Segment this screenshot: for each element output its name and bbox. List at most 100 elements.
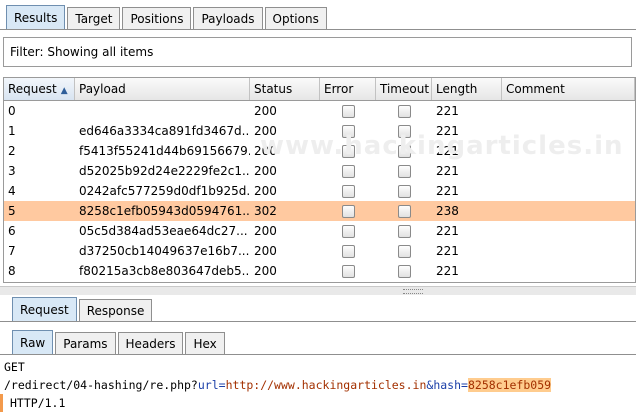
timeout-checkbox[interactable] (397, 205, 411, 218)
table-row[interactable]: 8 f80215a3cb8e803647deb5... 200 221 (4, 261, 635, 281)
cell-length: 221 (436, 244, 459, 258)
error-checkbox[interactable] (341, 145, 355, 158)
cell-payload: d37250cb14049637e16b7... (79, 244, 250, 258)
error-checkbox[interactable] (341, 125, 355, 138)
cell-comment (502, 101, 635, 121)
table-header: Request ▲ Payload Status Error Timeout Le… (4, 78, 635, 101)
results-table: Request ▲ Payload Status Error Timeout Le… (3, 77, 636, 283)
cell-comment (502, 121, 635, 141)
splitter-grip[interactable] (403, 289, 423, 294)
raw-request-editor[interactable]: GET /redirect/04-hashing/re.php?url=http… (0, 358, 636, 415)
cell-length: 221 (436, 224, 459, 238)
timeout-checkbox[interactable] (397, 185, 411, 198)
tab-raw[interactable]: Raw (12, 330, 54, 355)
column-header-timeout[interactable]: Timeout (376, 78, 432, 100)
column-header-status[interactable]: Status (250, 78, 320, 100)
tab-headers[interactable]: Headers (117, 332, 184, 355)
cell-status: 200 (254, 144, 277, 158)
tab-hex[interactable]: Hex (185, 332, 225, 355)
table-row[interactable]: 6 05c5d384ad53eae64dc27... 200 221 (4, 221, 635, 241)
cell-timeout (376, 241, 432, 261)
cell-timeout (376, 141, 432, 161)
cell-comment (502, 201, 635, 221)
url-param-name: url (197, 378, 219, 392)
cell-error (320, 101, 376, 121)
error-checkbox[interactable] (341, 205, 355, 218)
tab-options[interactable]: Options (264, 7, 327, 30)
cell-payload: d52025b92d24e2229fe2c1... (79, 164, 250, 178)
table-row[interactable]: 7 d37250cb14049637e16b7... 200 221 (4, 241, 635, 261)
cell-length: 238 (436, 204, 459, 218)
tab-positions[interactable]: Positions (122, 7, 192, 30)
cell-error (320, 161, 376, 181)
request-path: /redirect/04-hashing/re.php? (4, 378, 198, 392)
timeout-checkbox[interactable] (397, 125, 411, 138)
table-row[interactable]: 2 f5413f55241d44b69156679... 200 221 (4, 141, 635, 161)
cell-length: 221 (436, 184, 459, 198)
error-checkbox[interactable] (341, 245, 355, 258)
column-header-comment[interactable]: Comment (502, 78, 635, 100)
tab-divider (0, 321, 636, 322)
cell-comment (502, 161, 635, 181)
tab-response[interactable]: Response (78, 299, 153, 322)
table-row[interactable]: 0 200 221 (4, 101, 635, 121)
error-checkbox[interactable] (341, 165, 355, 178)
cell-payload: 8258c1efb05943d0594761... (79, 204, 250, 218)
column-header-error[interactable]: Error (320, 78, 376, 100)
cell-request: 8 (8, 264, 16, 278)
cell-error (320, 121, 376, 141)
cell-length: 221 (436, 164, 459, 178)
cell-payload: 0242afc577259d0df1b925d... (79, 184, 250, 198)
cell-length: 221 (436, 104, 459, 118)
cell-status: 200 (254, 224, 277, 238)
tab-results[interactable]: Results (6, 5, 66, 30)
cell-payload: f5413f55241d44b69156679... (79, 144, 250, 158)
timeout-checkbox[interactable] (397, 105, 411, 118)
pane-splitter[interactable] (0, 286, 636, 295)
request-url-line: /redirect/04-hashing/re.php?url=http://w… (0, 376, 636, 394)
tab-target[interactable]: Target (67, 7, 121, 30)
request-response-tab-bar: Request Response (12, 296, 154, 322)
timeout-checkbox[interactable] (397, 245, 411, 258)
tab-params[interactable]: Params (55, 332, 116, 355)
cell-status: 200 (254, 164, 277, 178)
cell-status: 200 (254, 124, 277, 138)
cell-comment (502, 241, 635, 261)
table-row[interactable]: 4 0242afc577259d0df1b925d... 200 221 (4, 181, 635, 201)
view-tab-bar: Raw Params Headers Hex (12, 329, 227, 355)
filter-bar[interactable]: Filter: Showing all items (3, 37, 632, 67)
error-checkbox[interactable] (341, 105, 355, 118)
timeout-checkbox[interactable] (397, 145, 411, 158)
cell-status: 200 (254, 264, 277, 278)
cell-timeout (376, 121, 432, 141)
tab-payloads[interactable]: Payloads (193, 7, 263, 30)
timeout-checkbox[interactable] (397, 265, 411, 278)
tab-request[interactable]: Request (12, 297, 77, 322)
cell-error (320, 181, 376, 201)
timeout-checkbox[interactable] (397, 225, 411, 238)
cell-request: 7 (8, 244, 16, 258)
cell-payload: 05c5d384ad53eae64dc27... (79, 224, 248, 238)
cell-timeout (376, 181, 432, 201)
cell-payload (75, 101, 250, 121)
tab-divider (0, 29, 636, 30)
tab-divider (0, 354, 636, 355)
error-checkbox[interactable] (341, 185, 355, 198)
table-row[interactable]: 1 ed646a3334ca891fd3467d... 200 221 (4, 121, 635, 141)
error-checkbox[interactable] (341, 225, 355, 238)
http-version: HTTP/1.1 (10, 396, 66, 410)
request-version-line: HTTP/1.1 (0, 394, 636, 412)
column-header-payload[interactable]: Payload (75, 78, 250, 100)
table-row[interactable]: 5 8258c1efb05943d0594761... 302 238 (4, 201, 635, 221)
column-header-request[interactable]: Request ▲ (4, 78, 75, 100)
hash-param-equals: = (461, 378, 468, 392)
timeout-checkbox[interactable] (397, 165, 411, 178)
error-checkbox[interactable] (341, 265, 355, 278)
table-body: 0 200 221 1 ed646a3334ca891fd3467d... 200 221 2… (4, 101, 635, 281)
cell-status: 302 (254, 204, 277, 218)
column-header-length[interactable]: Length (432, 78, 502, 100)
hash-param-name: hash (433, 378, 462, 392)
sort-ascending-icon: ▲ (60, 86, 68, 96)
table-row[interactable]: 3 d52025b92d24e2229fe2c1... 200 221 (4, 161, 635, 181)
cell-request: 5 (8, 204, 16, 218)
